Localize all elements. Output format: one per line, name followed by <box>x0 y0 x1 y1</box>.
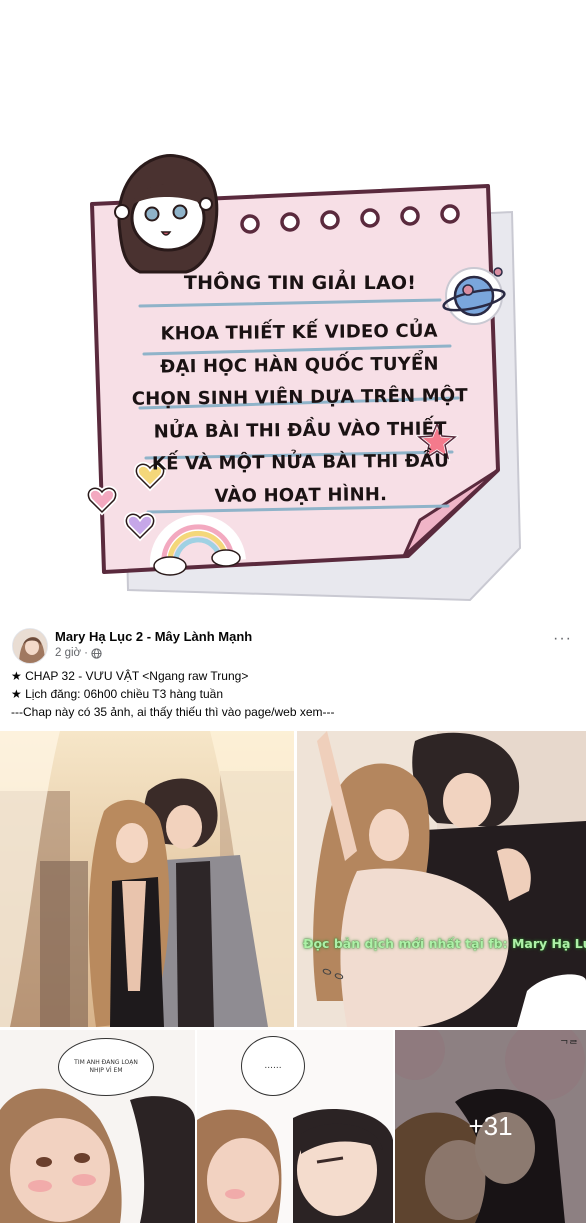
speech-bubble: TIM ANH ĐANG LOẠN NHỊP VÌ EM <box>58 1038 154 1096</box>
post-photo[interactable]: ...... <box>197 1030 393 1223</box>
post-photo[interactable]: Đọc bản dịch mới nhất tại fb: Mary Hạ Lụ… <box>297 731 586 1027</box>
more-photos-overlay[interactable]: +31 <box>395 1030 586 1223</box>
post-time[interactable]: 2 giờ <box>55 647 81 659</box>
post-photo[interactable] <box>0 731 294 1027</box>
photo-couple-window <box>0 731 294 1027</box>
more-options-icon[interactable]: ··· <box>553 631 572 647</box>
note-line: VÀO HOẠT HÌNH. <box>214 483 388 507</box>
page-name-link[interactable]: Mary Hạ Lục 2 - Mây Lành Mạnh <box>55 629 252 644</box>
note-heading: THÔNG TIN GIẢI LAO! <box>183 272 417 294</box>
note-line: NỬA BÀI THI ĐẦU VÀO THIẾT <box>153 417 447 443</box>
note-illustration: THÔNG TIN GIẢI LAO! KHOA THIẾT KẾ VIDEO … <box>0 0 586 610</box>
post-photo[interactable]: ᄀᄅ +31 <box>395 1030 586 1223</box>
post-photo[interactable]: TIM ANH ĐANG LOẠN NHỊP VÌ EM <box>0 1030 195 1223</box>
post-text-line: ---Chap này có 35 ảnh, ai thấy thiếu thì… <box>11 705 335 719</box>
chibi-girl-icon <box>114 154 219 274</box>
note-body: KHOA THIẾT KẾ VIDEO CỦA ĐẠI HỌC HÀN QUỐC… <box>129 315 471 514</box>
note-artwork <box>86 154 522 602</box>
post-text-line: ★ Lịch đăng: 06h00 chiều T3 hàng tuần <box>11 687 224 701</box>
note-line: ĐẠI HỌC HÀN QUỐC TUYỂN <box>160 353 439 377</box>
note-line: CHỌN SINH VIÊN DỰA TRÊN MỘT <box>131 385 468 410</box>
more-photos-count: +31 <box>468 1111 513 1141</box>
meta-separator: · <box>84 647 88 659</box>
post-meta: 2 giờ · <box>55 647 102 659</box>
globe-icon[interactable] <box>91 647 102 659</box>
note-line: KẾ VÀ MỘT NỬA BÀI THI ĐẦU <box>151 450 450 475</box>
note-line: KHOA THIẾT KẾ VIDEO CỦA <box>160 320 438 345</box>
watermark-text: Đọc bản dịch mới nhất tại fb: Mary Hạ Lụ… <box>303 936 586 951</box>
speech-bubble: ...... <box>241 1036 305 1096</box>
avatar[interactable] <box>12 628 48 664</box>
post-header: Mary Hạ Lục 2 - Mây Lành Mạnh 2 giờ · ··… <box>0 618 586 730</box>
post-text-line: ★ CHAP 32 - VƯU VẬT <Ngang raw Trung> <box>11 669 249 683</box>
